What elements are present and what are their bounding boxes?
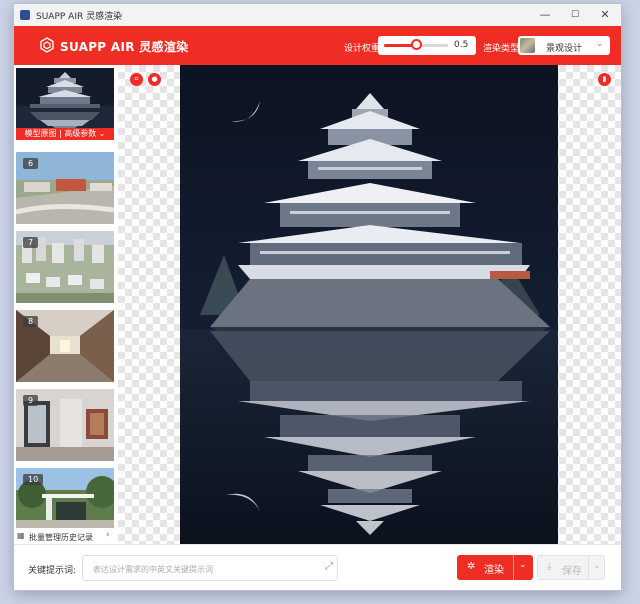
design-weight-value: 0.5 bbox=[454, 40, 469, 50]
render-button-divider bbox=[513, 555, 514, 580]
history-item-caption[interactable]: 模型原图 | 高级参数 ⌄ bbox=[16, 128, 114, 140]
render-canvas: ⌗ ● ▮ bbox=[118, 65, 621, 544]
brand-name: SUAPP AIR 灵感渲染 bbox=[60, 40, 189, 54]
history-item-number: 10 bbox=[23, 474, 44, 485]
save-button-divider bbox=[588, 556, 589, 579]
trash-icon[interactable]: ▮ bbox=[598, 73, 611, 86]
keyword-field: ⤢ bbox=[82, 555, 338, 581]
history-item-selected[interactable]: 模型原图 | 高级参数 ⌄ bbox=[16, 68, 114, 140]
app-window: SUAPP AIR 灵感渲染 — ☐ ✕ SUAPP AIR 灵感渲染 设计权重… bbox=[14, 4, 621, 590]
chevron-right-icon: › bbox=[106, 530, 110, 540]
close-button[interactable]: ✕ bbox=[590, 4, 620, 26]
header-bar: SUAPP AIR 灵感渲染 设计权重 0.5 渲染类型 景观设计 ⌄ bbox=[14, 26, 621, 65]
rendered-image bbox=[180, 65, 558, 544]
batch-history-link[interactable]: ▦ 批量管理历史记录 › bbox=[16, 530, 116, 544]
maximize-button[interactable]: ☐ bbox=[560, 4, 590, 26]
history-item[interactable]: 9 bbox=[16, 389, 114, 461]
brand-logo-icon bbox=[40, 37, 54, 53]
history-item-number: 6 bbox=[23, 158, 39, 169]
save-options-chevron-icon[interactable]: ⌄ bbox=[593, 561, 601, 571]
batch-history-label: 批量管理历史记录 bbox=[29, 533, 93, 542]
render-type-value: 景观设计 bbox=[546, 44, 583, 54]
history-item-number: 9 bbox=[23, 395, 39, 406]
grid-icon: ▦ bbox=[17, 531, 25, 540]
crop-icon[interactable]: ⌗ bbox=[130, 73, 143, 86]
render-type-label: 渲染类型 bbox=[483, 44, 520, 54]
slider-thumb[interactable] bbox=[410, 39, 422, 50]
history-item[interactable]: 10 bbox=[16, 468, 114, 528]
sparkle-icon: ✲ bbox=[467, 561, 476, 572]
title-bar: SUAPP AIR 灵感渲染 — ☐ ✕ bbox=[14, 4, 621, 26]
minimize-button[interactable]: — bbox=[530, 4, 560, 26]
render-type-thumbnail bbox=[520, 38, 535, 53]
chevron-down-icon: ⌄ bbox=[596, 39, 604, 49]
history-item[interactable]: 8 bbox=[16, 310, 114, 382]
design-weight-control: 0.5 bbox=[378, 36, 476, 55]
save-button[interactable]: ⤓ 保存 ⌄ bbox=[537, 555, 605, 580]
download-icon: ⤓ bbox=[547, 561, 552, 572]
history-item-number: 8 bbox=[23, 316, 39, 327]
save-button-label: 保存 bbox=[562, 566, 582, 577]
render-button-label: 渲染 bbox=[484, 565, 504, 576]
app-icon bbox=[20, 10, 30, 20]
stamp-icon[interactable]: ● bbox=[148, 73, 161, 86]
history-item[interactable]: 6 bbox=[16, 152, 114, 224]
window-title: SUAPP AIR 灵感渲染 bbox=[36, 12, 123, 22]
keyword-label: 关键提示词: bbox=[28, 566, 77, 576]
history-item-number: 7 bbox=[23, 237, 39, 248]
castle-at-night-reflection bbox=[180, 65, 558, 544]
expand-icon[interactable]: ⤢ bbox=[325, 561, 333, 572]
footer-bar: 关键提示词: ⤢ ✲ 渲染 ⌄ ⤓ 保存 ⌄ bbox=[14, 545, 621, 590]
render-options-chevron-icon[interactable]: ⌄ bbox=[519, 560, 527, 570]
history-item[interactable]: 7 bbox=[16, 231, 114, 303]
design-weight-label: 设计权重 bbox=[344, 44, 381, 54]
keyword-input[interactable] bbox=[91, 560, 315, 578]
render-type-select[interactable]: 景观设计 ⌄ bbox=[518, 36, 610, 55]
render-button[interactable]: ✲ 渲染 ⌄ bbox=[457, 555, 533, 580]
history-sidebar: 模型原图 | 高级参数 ⌄ 6 7 8 9 10 ▦ 批量管理历史记录 › bbox=[14, 65, 117, 544]
